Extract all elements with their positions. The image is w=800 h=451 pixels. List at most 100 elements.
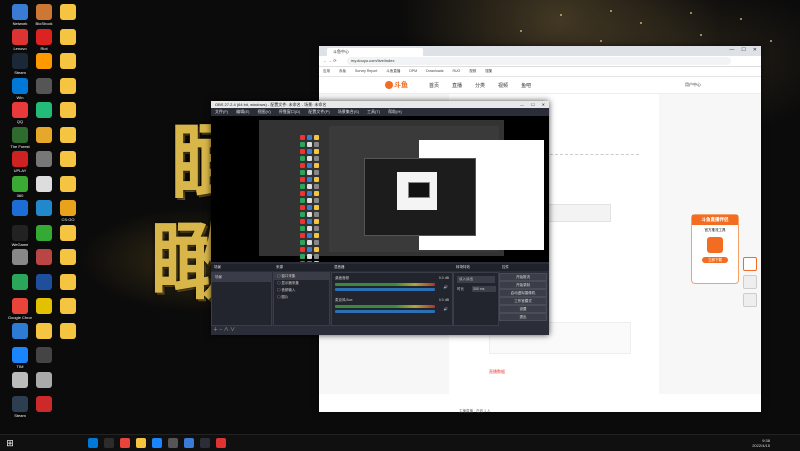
system-clock[interactable]: 9:38 2022/4/15 [752, 438, 770, 448]
desktop-icon[interactable] [8, 371, 32, 389]
desktop-icon[interactable]: The Forest [8, 126, 32, 149]
desktop-icon[interactable]: Steam [8, 396, 32, 418]
scenes-dock[interactable]: 场景 [211, 272, 272, 326]
desktop-icon[interactable] [32, 77, 56, 95]
desktop-icon[interactable] [56, 224, 80, 242]
desktop-icon[interactable] [32, 249, 56, 266]
desktop-icon[interactable]: Lenovo [8, 28, 32, 51]
desktop-icon[interactable] [56, 273, 80, 291]
desktop-icon[interactable] [32, 200, 56, 217]
assistant-ad-card[interactable]: 斗鱼直播伴侣 官方推流工具 立即下载 [691, 214, 739, 284]
obs-menu-item[interactable]: 场景集合(S) [338, 109, 359, 114]
desktop-icon[interactable] [56, 151, 80, 168]
taskbar-app-icon[interactable] [104, 438, 114, 448]
windows-start-icon[interactable]: ⊞ [4, 437, 16, 449]
side-service-icon[interactable] [743, 275, 757, 289]
side-top-icon[interactable] [743, 293, 757, 307]
obs-control-button[interactable]: 工作室模式 [499, 297, 547, 305]
taskbar-app-icon[interactable] [88, 438, 98, 448]
sources-dock[interactable]: 🖵 窗口采集 🖵 显示器采集 🖵 音频输入 🖵 图片 [273, 272, 330, 326]
bookmark-item[interactable]: 斗鱼直播 [386, 69, 400, 73]
desktop-icon[interactable] [8, 249, 32, 266]
obs-preview[interactable] [211, 116, 549, 262]
taskbar-app-icon[interactable] [184, 438, 194, 448]
desktop-icon[interactable]: CS:GO [56, 200, 80, 222]
duration-input[interactable]: 300 ms [472, 286, 496, 292]
maximize-icon[interactable]: ☐ [741, 47, 745, 53]
taskbar-app-icon[interactable] [200, 438, 210, 448]
source-item[interactable]: 🖵 窗口采集 [274, 273, 329, 280]
douyu-logo[interactable]: 斗鱼 [385, 80, 408, 90]
transition-select[interactable]: 淡入淡出 [457, 276, 495, 283]
maximize-icon[interactable]: ☐ [531, 102, 535, 107]
site-nav-item[interactable]: 鱼吧 [521, 83, 531, 89]
back-forward-reload-icons[interactable]: ← → ⟳ [323, 58, 337, 63]
desktop-icon[interactable] [56, 175, 80, 193]
bookmark-item[interactable]: DPM [409, 69, 417, 73]
minimize-icon[interactable]: — [520, 102, 524, 107]
desktop-icon[interactable]: UPLAY [8, 151, 32, 173]
desktop-icon[interactable]: Google Chrome [8, 298, 32, 320]
address-bar[interactable]: my.douyu.com/live/index [347, 57, 731, 65]
source-item[interactable]: 🖵 图片 [274, 294, 329, 301]
desktop-icon[interactable] [56, 249, 80, 266]
obs-menu-item[interactable]: 配置文件(P) [308, 109, 329, 114]
desktop-icon[interactable]: Win [8, 77, 32, 100]
taskbar-app-icon[interactable] [168, 438, 178, 448]
obs-control-button[interactable]: 设置 [499, 305, 547, 313]
desktop-icon[interactable] [56, 102, 80, 119]
obs-control-button[interactable]: 退出 [499, 313, 547, 321]
bookmark-item[interactable]: Downloads [426, 69, 443, 73]
desktop-icon[interactable]: WeGame [8, 224, 32, 247]
bookmark-item[interactable]: 视频 [469, 69, 476, 73]
desktop-icon[interactable]: Riot [32, 28, 56, 51]
desktop-icon[interactable] [32, 273, 56, 291]
ad-download-button[interactable]: 立即下载 [702, 257, 728, 263]
taskbar-app-icon[interactable] [216, 438, 226, 448]
user-center-link[interactable]: 用户中心 [685, 82, 701, 88]
desktop-icon[interactable] [56, 77, 80, 95]
browser-tab[interactable]: 斗鱼中心 [327, 48, 423, 56]
bookmark-item[interactable]: 应用 [323, 69, 330, 73]
obs-control-button[interactable]: 启动虚拟摄像机 [499, 289, 547, 297]
obs-menu-item[interactable]: 工具(T) [367, 109, 380, 114]
desktop-icon[interactable]: BioShock [32, 4, 56, 26]
obs-control-button[interactable]: 开始录制 [499, 281, 547, 289]
close-icon[interactable]: ✕ [753, 47, 757, 53]
minimize-icon[interactable]: — [729, 47, 734, 53]
scene-item[interactable]: 场景 [212, 273, 271, 282]
bookmark-item[interactable]: 搜集 [485, 69, 492, 73]
desktop-icon[interactable] [56, 126, 80, 144]
mixer-desktop-slider[interactable] [335, 288, 435, 291]
close-icon[interactable]: ✕ [542, 102, 545, 107]
desktop-icon[interactable] [32, 224, 56, 242]
desktop-icon[interactable]: 360 [8, 175, 32, 198]
desktop-icon[interactable] [32, 102, 56, 119]
transitions-dock[interactable]: 淡入淡出 时长 300 ms [453, 272, 499, 326]
desktop-icon[interactable]: TIM [8, 347, 32, 369]
desktop-icon[interactable] [32, 126, 56, 144]
source-item[interactable]: 🖵 显示器采集 [274, 280, 329, 287]
desktop-icon[interactable] [8, 322, 32, 340]
desktop-icon[interactable] [32, 298, 56, 315]
bookmark-item[interactable]: 赤兔 [339, 69, 346, 73]
desktop-icon[interactable] [56, 53, 80, 70]
taskbar-app-icon[interactable] [136, 438, 146, 448]
desktop-icon[interactable] [32, 371, 56, 389]
obs-window[interactable]: OBS 27.2.4 (64 bit, windows) - 配置文件: 未命名… [211, 101, 549, 335]
desktop-icon[interactable] [56, 28, 80, 46]
site-nav-item[interactable]: 首页 [429, 83, 439, 89]
side-feedback-icon[interactable] [743, 257, 757, 271]
site-nav-item[interactable]: 直播 [452, 83, 462, 89]
taskbar-app-icon[interactable] [152, 438, 162, 448]
desktop-icon[interactable] [8, 273, 32, 291]
bookmark-item[interactable]: Survey Report [355, 69, 377, 73]
obs-menu-item[interactable]: 文件(F) [215, 109, 228, 114]
mixer-mic-slider[interactable] [335, 310, 435, 313]
desktop-icon[interactable] [56, 298, 80, 315]
mic-icon[interactable]: 🔊 [444, 307, 448, 311]
desktop-icon[interactable] [32, 322, 56, 340]
obs-menu-item[interactable]: 编辑(E) [236, 109, 249, 114]
obs-menu-item[interactable]: 帮助(H) [388, 109, 402, 114]
desktop-icon[interactable] [56, 322, 80, 340]
